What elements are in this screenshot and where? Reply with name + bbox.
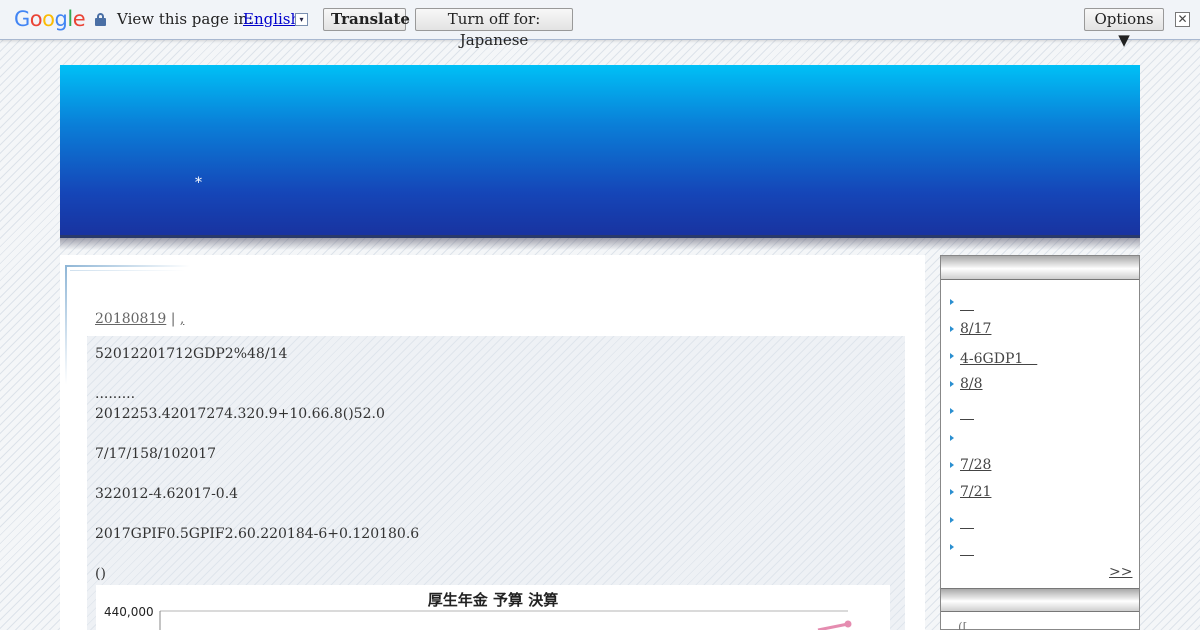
lock-icon — [95, 13, 106, 26]
recent-post-link[interactable] — [960, 539, 974, 559]
banner-star: * — [195, 175, 202, 191]
recent-post-link[interactable] — [960, 512, 974, 532]
recent-post-link[interactable]: 8/8 — [960, 376, 983, 392]
language-link[interactable]: English — [243, 10, 300, 28]
post-line: ......... — [95, 386, 136, 402]
google-logo: Google — [14, 7, 86, 31]
bullet-icon — [950, 299, 954, 305]
recent-post-link[interactable]: 4-6GDP1 — [960, 348, 1037, 368]
recent-post-link[interactable]: 7/28 — [960, 457, 991, 473]
bullet-icon — [950, 408, 954, 414]
series-point — [844, 620, 852, 628]
bullet-icon — [950, 435, 954, 441]
post-line: 2012253.42017274.320.9+10.66.8()52.0 — [95, 406, 385, 422]
post-category-link[interactable]: , — [180, 311, 184, 327]
post-line: 52012201712GDP2%48/14 — [95, 346, 288, 362]
header-banner: * — [60, 65, 1140, 238]
post-line: 7/17/158/102017 — [95, 446, 217, 462]
bullet-icon — [950, 326, 954, 332]
recent-post-link[interactable]: 8/17 — [960, 321, 991, 337]
sidebar-header-2 — [941, 588, 1139, 612]
post-line: () — [95, 566, 106, 582]
recent-post-link[interactable] — [960, 294, 974, 314]
recent-post-link[interactable] — [960, 403, 974, 423]
corner-decoration-inner — [70, 270, 185, 271]
options-button[interactable]: Options ▼ — [1084, 8, 1164, 49]
view-page-in-label: View this page in: — [117, 10, 254, 28]
chart-plot — [159, 610, 852, 630]
language-dropdown-icon[interactable]: ▾ — [295, 13, 308, 26]
meta-separator: | — [170, 311, 176, 327]
sidebar-section-fragment: ([ — [958, 620, 968, 630]
bullet-icon — [950, 544, 954, 550]
post-date-link[interactable]: 20180819 — [95, 311, 166, 327]
corner-decoration — [65, 265, 190, 267]
turn-off-button[interactable]: Turn off for: Japanese — [415, 8, 573, 49]
close-icon[interactable]: ✕ — [1175, 12, 1190, 27]
bullet-icon — [950, 489, 954, 495]
post-line: 2017GPIF0.5GPIF2.60.220184-6+0.120180.6 — [95, 526, 420, 542]
bullet-icon — [950, 353, 954, 359]
post-line: 322012-4.62017-0.4 — [95, 486, 239, 502]
translate-bar: Google View this page in: English ▾ Tran… — [0, 0, 1200, 49]
pension-chart: 厚生年金 予算 決算 440,000 — [96, 585, 890, 630]
corner-decoration-left — [65, 265, 67, 385]
series-line — [817, 622, 849, 630]
bullet-icon — [950, 517, 954, 523]
sidebar-header — [941, 256, 1139, 280]
post-meta: 20180819 | , — [95, 311, 184, 327]
bullet-icon — [950, 462, 954, 468]
banner-shadow — [60, 238, 1140, 250]
more-link[interactable]: >> — [1109, 564, 1132, 580]
translate-button[interactable]: Translate — [323, 8, 410, 31]
bullet-icon — [950, 381, 954, 387]
recent-post-link[interactable]: 7/21 — [960, 484, 991, 500]
